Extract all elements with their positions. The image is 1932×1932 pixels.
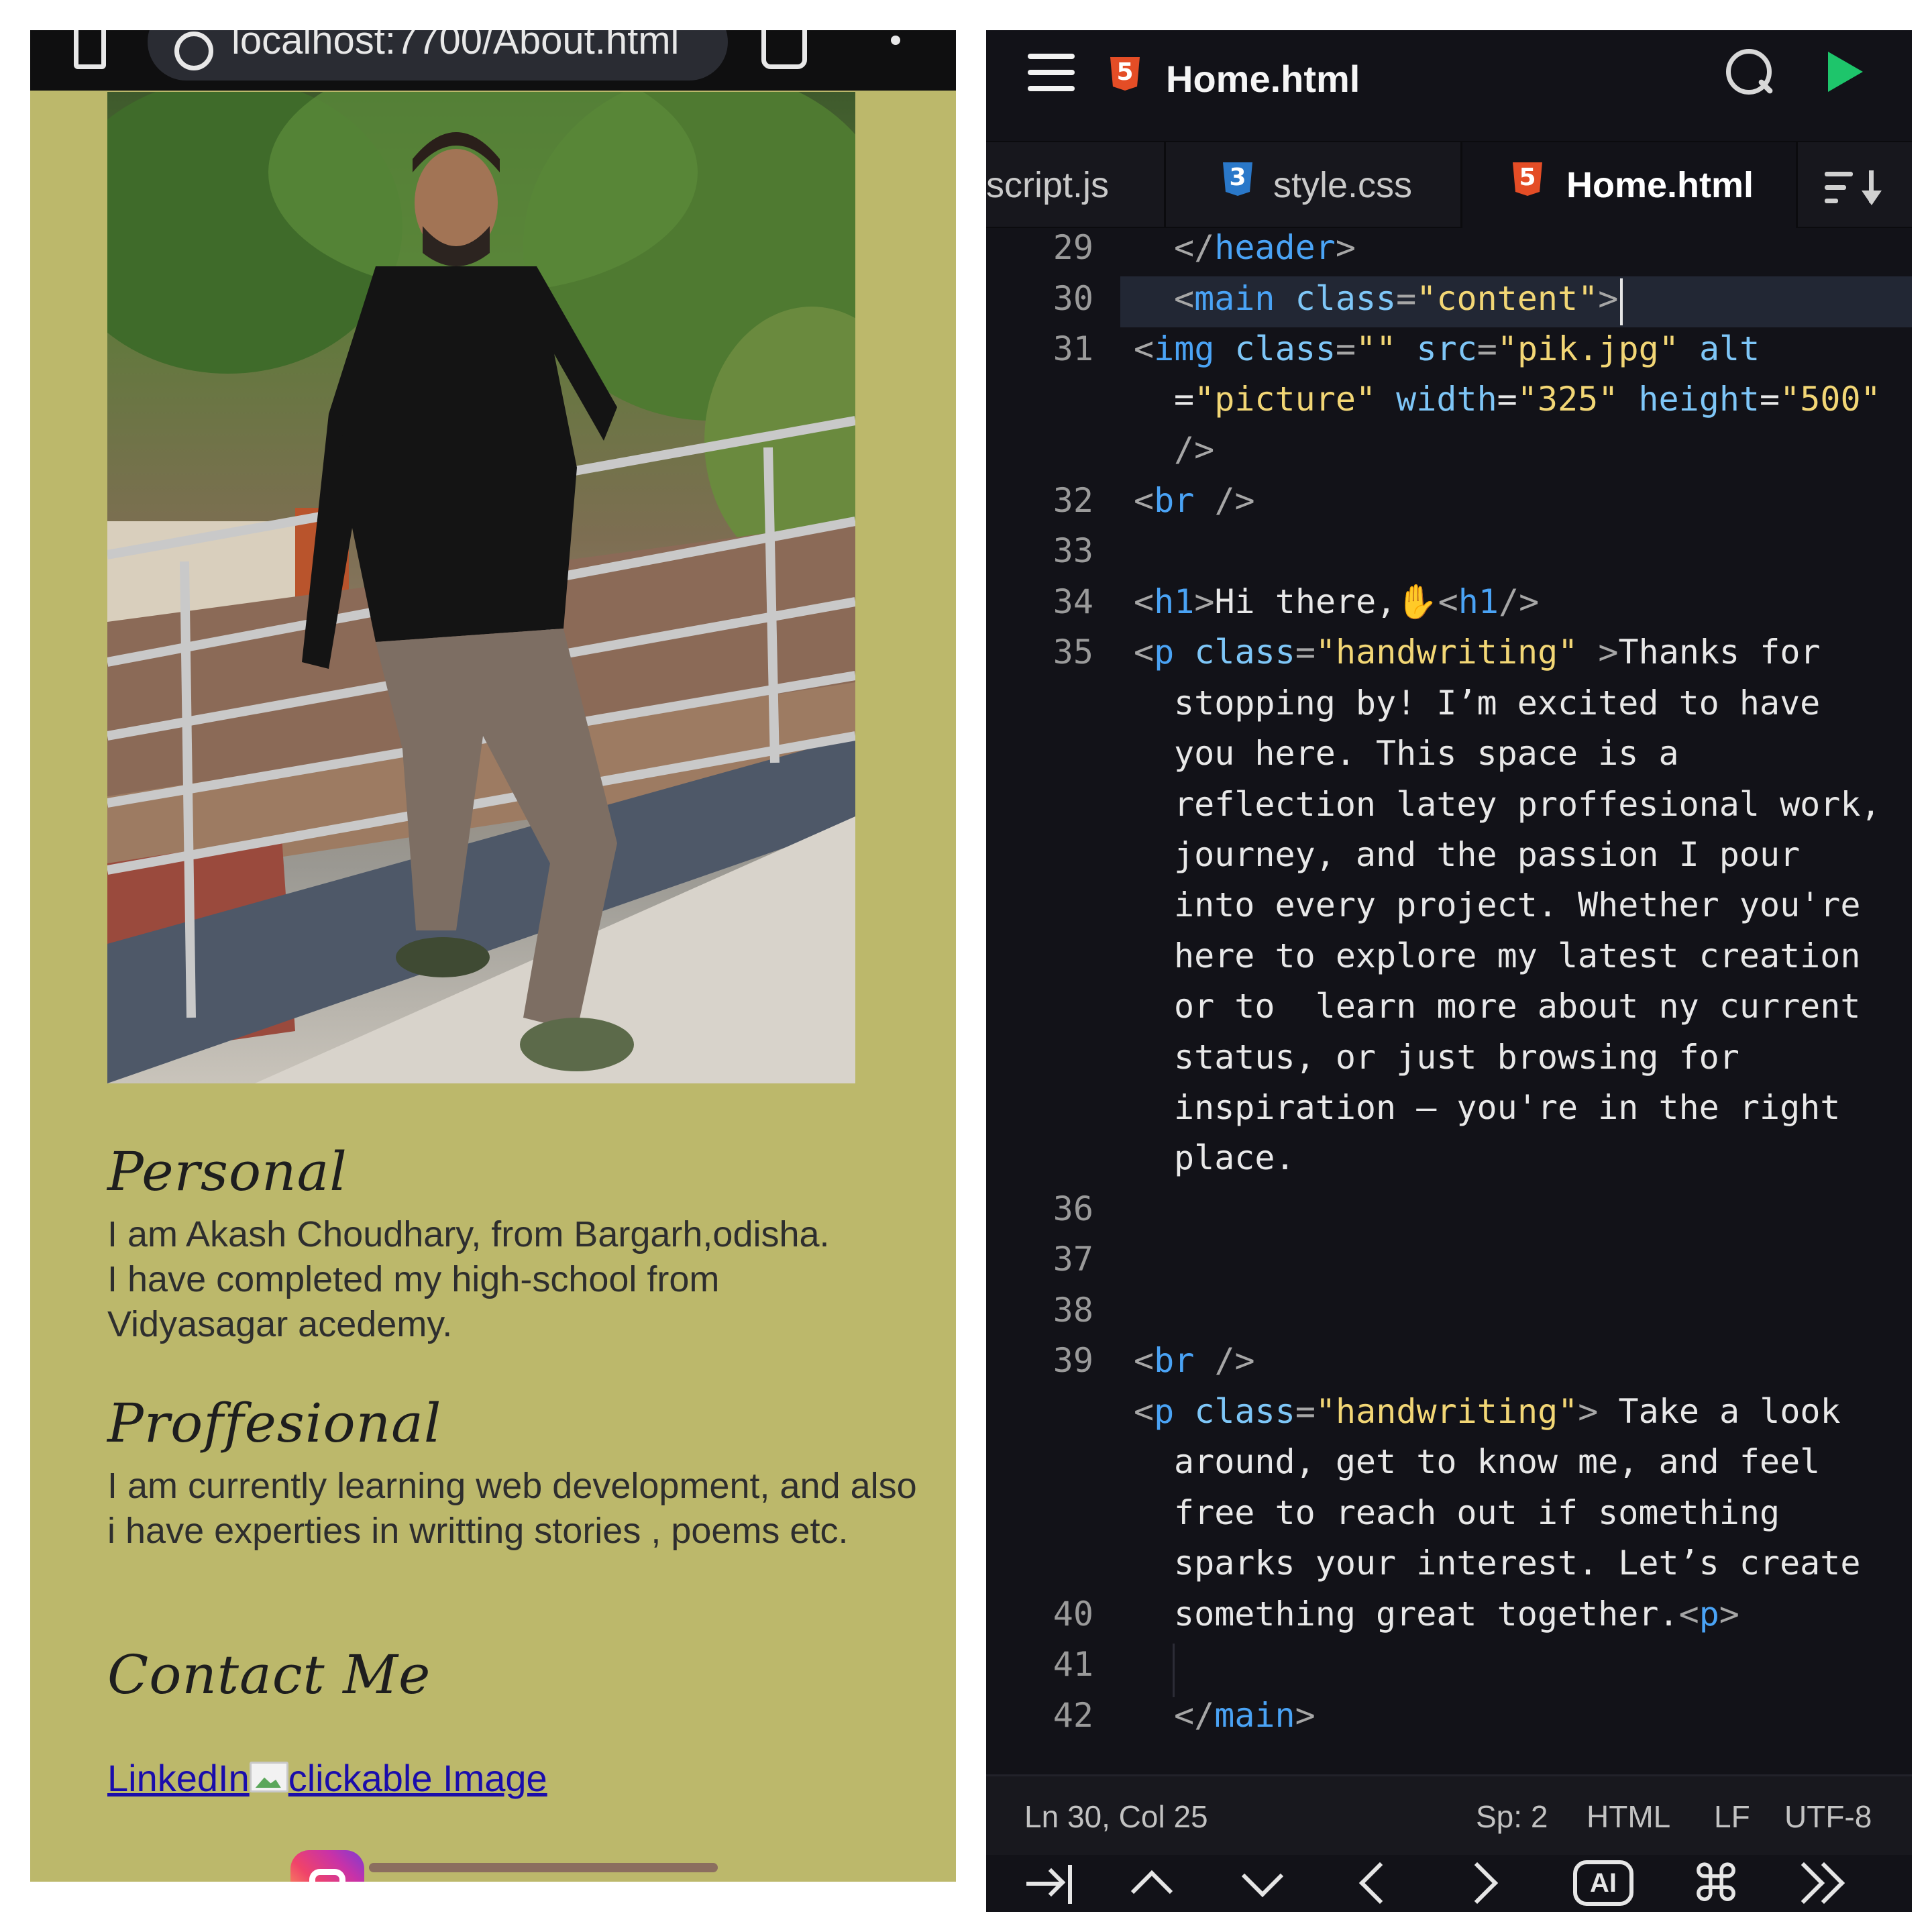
code-line-35-wrap[interactable]: reflection latey proffesional work, [1174, 785, 1881, 824]
personal-line: I have completed my high-school from Vidy… [107, 1259, 720, 1344]
clickable-image-link[interactable]: clickable Image [288, 1757, 547, 1799]
arrow-up-icon[interactable] [1117, 1855, 1191, 1912]
tabs-icon[interactable] [761, 30, 807, 69]
text-caret [1620, 278, 1623, 325]
code-line-31[interactable]: <img class="" src="pik.jpg" alt [1134, 329, 1760, 368]
tab-label: script.js [986, 165, 1110, 205]
tab-label: Home.html [1566, 165, 1754, 205]
code-line-35-wrap[interactable]: stopping by! I’m excited to have [1174, 684, 1820, 722]
code-line-30[interactable]: <main class="content"> [1174, 279, 1618, 318]
code-line-35-wrap[interactable]: or to learn more about ny current [1174, 987, 1861, 1026]
section-heading-contact: Contact Me [107, 1644, 431, 1706]
arrow-left-icon[interactable] [1338, 1855, 1412, 1912]
contact-links: LinkedIn clickable Image [107, 1756, 547, 1800]
command-icon[interactable]: ⌘ [1670, 1855, 1744, 1912]
line-number: 29 [1053, 228, 1093, 267]
file-tab-bar: script.js style.css Home.html [986, 141, 1912, 228]
code-line-32[interactable]: <br /> [1134, 481, 1255, 520]
run-icon[interactable] [1828, 52, 1863, 92]
line-number: 42 [1053, 1696, 1093, 1735]
file-encoding[interactable]: UTF-8 [1784, 1799, 1872, 1835]
code-line-35[interactable]: <p class="handwriting" >Thanks for [1134, 633, 1821, 672]
indent-setting[interactable]: Sp: 2 [1476, 1799, 1548, 1835]
code-line-29[interactable]: </header> [1174, 228, 1356, 267]
tab-style-css[interactable]: style.css [1166, 142, 1462, 228]
arrow-down-icon[interactable] [1228, 1855, 1301, 1912]
line-number: 41 [1053, 1645, 1093, 1684]
home-icon[interactable] [74, 30, 106, 69]
tab-key-icon[interactable] [1006, 1855, 1080, 1912]
tab-label: style.css [1273, 165, 1413, 205]
code-line-39-wrap[interactable]: something great together.<p> [1174, 1595, 1739, 1633]
line-number: 36 [1053, 1189, 1093, 1228]
css3-icon [1223, 162, 1252, 196]
status-bar: Ln 30, Col 25 Sp: 2 HTML LF UTF-8 [986, 1774, 1912, 1855]
code-line-34[interactable]: <h1>Hi there,✋<h1/> [1134, 582, 1539, 622]
broken-image-icon[interactable] [249, 1762, 288, 1792]
html5-icon [1513, 162, 1542, 196]
code-line-42[interactable]: </main> [1174, 1696, 1316, 1735]
line-number: 37 [1053, 1240, 1093, 1279]
url-text[interactable]: localhost:7700/About.html [231, 30, 679, 63]
code-line-39-wrap[interactable]: free to reach out if something [1174, 1493, 1780, 1532]
code-line-31-wrap[interactable]: ="picture" width="325" height="500" [1174, 380, 1881, 419]
hamburger-menu-icon[interactable] [1028, 54, 1075, 91]
extra-keys-bar: AI ⌘ [986, 1855, 1912, 1912]
cursor-position[interactable]: Ln 30, Col 25 [1024, 1799, 1208, 1835]
section-heading-personal: Personal [107, 1140, 347, 1203]
code-line-35-wrap[interactable]: here to explore my latest creation [1174, 936, 1861, 975]
profile-photo [107, 92, 855, 1083]
browser-toolbar: localhost:7700/About.html [30, 30, 956, 91]
section-body-professional: I am currently learning web development,… [107, 1466, 917, 1551]
section-body-personal: I am Akash Choudhary, from Bargarh,odish… [107, 1212, 932, 1347]
tab-script-js[interactable]: script.js [986, 142, 1166, 228]
browser-preview: localhost:7700/About.html Personal I am … [30, 30, 956, 1882]
line-number: 40 [1053, 1595, 1093, 1633]
linkedin-link[interactable]: LinkedIn [107, 1757, 250, 1799]
tab-home-html[interactable]: Home.html [1462, 142, 1798, 228]
personal-line: I am Akash Choudhary, from Bargarh,odish… [107, 1214, 830, 1254]
search-icon[interactable] [1726, 49, 1773, 96]
line-number: 34 [1053, 582, 1093, 621]
photo-illustration [107, 92, 855, 1083]
code-line-38[interactable]: <br /> [1134, 1341, 1255, 1380]
code-line-35-wrap[interactable]: you here. This space is a [1174, 734, 1679, 773]
language-mode[interactable]: HTML [1587, 1799, 1670, 1835]
ai-assistant-icon[interactable]: AI [1560, 1855, 1633, 1912]
code-line-35-wrap[interactable]: journey, and the passion I pour [1174, 835, 1800, 874]
code-editor: Home.html script.js style.css Home.html … [986, 30, 1912, 1912]
code-line-35-wrap[interactable]: inspiration — you're in the right [1174, 1088, 1840, 1127]
code-line-35-wrap[interactable]: place. [1174, 1138, 1295, 1177]
section-heading-professional: Proffesional [107, 1392, 442, 1454]
code-line-39-wrap[interactable]: around, get to know me, and feel [1174, 1442, 1820, 1481]
code-line-39-wrap[interactable]: sparks your interest. Let’s create [1174, 1544, 1861, 1582]
line-number: 32 [1053, 481, 1093, 520]
code-area[interactable]: 29 30 31 32 33 34 35 36 37 38 39 40 41 4… [986, 228, 1912, 1774]
code-line-31-wrap[interactable]: /> [1174, 430, 1214, 469]
line-number: 33 [1053, 531, 1093, 570]
address-bar[interactable]: localhost:7700/About.html [148, 30, 728, 80]
instagram-icon[interactable] [290, 1850, 364, 1882]
line-ending[interactable]: LF [1714, 1799, 1750, 1835]
line-number: 38 [1053, 1291, 1093, 1330]
home-indicator-bar [369, 1863, 718, 1872]
line-number: 30 [1053, 279, 1093, 318]
line-number: 35 [1053, 633, 1093, 672]
arrow-right-icon[interactable] [1449, 1855, 1523, 1912]
sort-tabs-icon[interactable] [1825, 169, 1885, 207]
code-line-35-wrap[interactable]: into every project. Whether you're [1174, 885, 1861, 924]
line-number: 39 [1053, 1341, 1093, 1380]
site-info-icon[interactable] [174, 32, 213, 70]
file-title: Home.html [1166, 58, 1360, 100]
line-number: 31 [1053, 329, 1093, 368]
html5-icon [1110, 57, 1140, 91]
editor-toolbar: Home.html [986, 30, 1912, 141]
code-line-35-wrap[interactable]: status, or just browsing for [1174, 1038, 1739, 1077]
code-line-39[interactable]: <p class="handwriting"> Take a look [1134, 1392, 1841, 1431]
more-keys-icon[interactable] [1781, 1855, 1855, 1912]
indent-guide [1173, 1644, 1175, 1697]
more-menu-icon[interactable] [891, 30, 900, 68]
